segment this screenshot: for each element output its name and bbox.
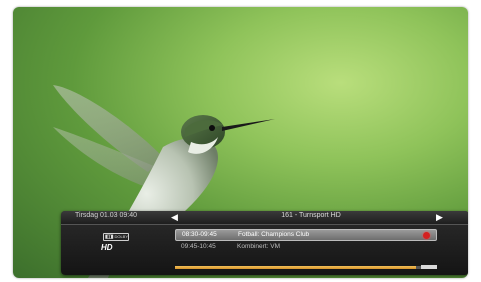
channel-name: 161 - Turnsport HD	[281, 212, 341, 219]
program-progress-fill	[175, 266, 417, 269]
program-time: 09:45-10:45	[181, 243, 216, 250]
program-time: 08:30-09:45	[182, 231, 217, 238]
hd-badge: HD	[101, 243, 113, 252]
record-icon	[423, 232, 430, 239]
dolby-icon: ◧◨	[105, 234, 114, 240]
progress-end-marker	[421, 265, 437, 269]
program-title: Kombinert: VM	[237, 243, 280, 250]
tv-screen: Tirsdag 01.03 09:40 ◀ 161 - Turnsport HD…	[13, 7, 468, 278]
dolby-badge: ◧◨ DOLBY	[103, 233, 129, 241]
program-progress-bar	[175, 265, 437, 269]
info-banner: Tirsdag 01.03 09:40 ◀ 161 - Turnsport HD…	[61, 211, 468, 275]
program-title: Fotball: Champions Club	[238, 231, 310, 238]
program-row-current[interactable]: 08:30-09:45 Fotball: Champions Club	[175, 229, 437, 241]
program-row-next[interactable]: 09:45-10:45 Kombinert: VM	[175, 242, 435, 252]
date-time: Tirsdag 01.03 09:40	[75, 212, 138, 219]
dolby-label: DOLBY	[114, 234, 129, 239]
chevron-left-icon[interactable]: ◀	[171, 211, 178, 224]
banner-header: Tirsdag 01.03 09:40 ◀ 161 - Turnsport HD…	[61, 211, 468, 225]
chevron-right-icon[interactable]: ▶	[436, 211, 443, 224]
